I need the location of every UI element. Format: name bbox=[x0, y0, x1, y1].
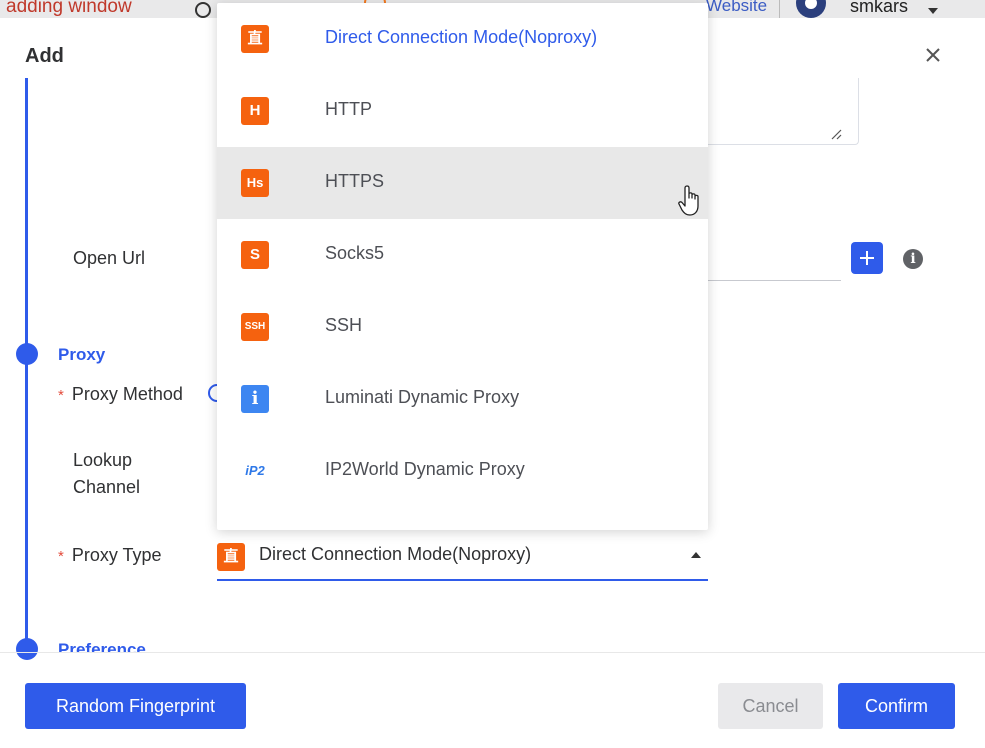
user-avatar-icon[interactable] bbox=[796, 0, 826, 18]
open-url-input[interactable] bbox=[700, 280, 841, 281]
confirm-button[interactable]: Confirm bbox=[838, 683, 955, 729]
section-title-preference: Preference bbox=[58, 640, 146, 652]
required-mark: * bbox=[58, 548, 64, 565]
chevron-up-icon bbox=[691, 552, 701, 558]
option-socks5[interactable]: S Socks5 bbox=[217, 219, 708, 291]
option-ssh[interactable]: SSH SSH bbox=[217, 291, 708, 363]
open-url-label: Open Url bbox=[73, 248, 146, 268]
option-luminati[interactable]: i Luminati Dynamic Proxy bbox=[217, 363, 708, 435]
luminati-icon: i bbox=[241, 385, 269, 413]
resize-handle-icon[interactable] bbox=[830, 128, 842, 140]
direct-icon: 直 bbox=[217, 543, 245, 571]
proxy-type-dropdown: 直 Direct Connection Mode(Noproxy) H HTTP… bbox=[217, 3, 708, 530]
dialog-title: Add bbox=[25, 45, 64, 67]
step-timeline bbox=[25, 78, 28, 658]
proxy-type-text: Proxy Type bbox=[71, 545, 162, 565]
lookup-channel-label: Lookup Channel bbox=[73, 450, 141, 497]
option-label: SSH bbox=[325, 315, 363, 335]
option-label: HTTP bbox=[325, 99, 372, 119]
background-window-title: adding window bbox=[6, 0, 132, 17]
section-title-proxy: Proxy bbox=[58, 345, 106, 364]
hand-pointer-icon bbox=[678, 185, 699, 216]
required-mark: * bbox=[58, 387, 64, 404]
globe-icon bbox=[195, 2, 211, 18]
info-icon[interactable]: i bbox=[903, 249, 923, 269]
random-fingerprint-button[interactable]: Random Fingerprint bbox=[25, 683, 246, 729]
proxy-method-label: * Proxy Method bbox=[58, 384, 183, 405]
http-icon: H bbox=[241, 97, 269, 125]
footer-divider bbox=[0, 652, 985, 653]
proxy-type-label: * Proxy Type bbox=[58, 545, 162, 566]
option-http[interactable]: H HTTP bbox=[217, 75, 708, 147]
proxy-method-text: Proxy Method bbox=[71, 384, 183, 404]
direct-icon-glyph: 直 bbox=[217, 543, 245, 571]
https-icon: Hs bbox=[241, 169, 269, 197]
username[interactable]: smkars bbox=[850, 0, 908, 17]
proxy-type-value: Direct Connection Mode(Noproxy) bbox=[259, 544, 532, 564]
close-button[interactable] bbox=[920, 42, 946, 68]
option-direct-connection[interactable]: 直 Direct Connection Mode(Noproxy) bbox=[217, 3, 708, 75]
socks5-icon: S bbox=[241, 241, 269, 269]
add-url-button[interactable] bbox=[851, 242, 883, 274]
divider bbox=[779, 0, 780, 18]
ssh-icon: SSH bbox=[241, 313, 269, 341]
cancel-button[interactable]: Cancel bbox=[718, 683, 823, 729]
option-label: IP2World Dynamic Proxy bbox=[325, 459, 525, 479]
chevron-down-icon[interactable] bbox=[928, 8, 938, 14]
option-ip2world[interactable]: iP2 IP2World Dynamic Proxy bbox=[217, 435, 708, 507]
step-dot-preference bbox=[16, 638, 38, 660]
step-dot-proxy bbox=[16, 343, 38, 365]
option-label: HTTPS bbox=[325, 171, 385, 191]
option-label: Direct Connection Mode(Noproxy) bbox=[325, 27, 598, 47]
ip2world-icon: iP2 bbox=[245, 463, 265, 478]
direct-icon: 直 bbox=[241, 25, 269, 53]
close-icon bbox=[926, 48, 940, 62]
notes-textarea[interactable] bbox=[700, 78, 859, 145]
option-label: Luminati Dynamic Proxy bbox=[325, 387, 520, 407]
option-label: Socks5 bbox=[325, 243, 385, 263]
website-link[interactable]: Website bbox=[706, 0, 767, 16]
option-https[interactable]: Hs HTTPS bbox=[217, 147, 708, 219]
proxy-type-select[interactable]: 直 Direct Connection Mode(Noproxy) bbox=[217, 538, 708, 581]
